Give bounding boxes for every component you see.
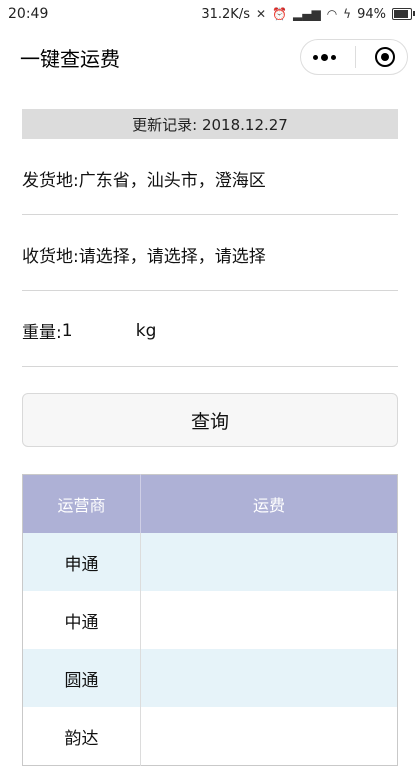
header-fee: 运费 [140, 474, 398, 533]
origin-label: 发货地: [22, 171, 79, 191]
wifi-icon: ◠ [326, 7, 338, 21]
weight-label: 重量: [22, 323, 62, 343]
battery-fill [394, 10, 409, 18]
fee-cell [140, 591, 398, 649]
fee-cell [140, 649, 398, 707]
signal-icon: ▂▄▆ [293, 7, 321, 21]
more-icon[interactable] [313, 53, 336, 61]
origin-row[interactable]: 发货地: 广东省，汕头市，澄海区 [22, 139, 398, 215]
carrier-cell: 圆通 [22, 649, 141, 707]
carrier-cell: 中通 [22, 591, 141, 649]
weight-unit: kg [135, 320, 157, 341]
alarm-icon: ⏰ [272, 7, 287, 21]
table-header-row: 运营商 运费 [22, 474, 398, 533]
charging-icon: ϟ [343, 7, 352, 21]
mini-program-capsule [300, 39, 408, 75]
destination-picker[interactable]: 请选择，请选择，请选择 [79, 242, 266, 267]
rate-table: 运营商 运费 申通 中通 圆通 韵达 [22, 474, 398, 766]
status-time: 20:49 [8, 6, 49, 22]
fee-cell [140, 533, 398, 591]
query-button[interactable]: 查询 [22, 393, 398, 447]
header-carrier: 运营商 [22, 474, 141, 533]
mute-icon: ✕ [255, 7, 267, 21]
page-title: 一键查运费 [20, 46, 120, 71]
status-bar: 20:49 31.2K/s ✕ ⏰ ▂▄▆ ◠ ϟ 94% [0, 0, 420, 28]
weight-row: 重量: kg [22, 291, 398, 367]
update-banner: 更新记录: 2018.12.27 [22, 109, 398, 139]
table-row: 韵达 [22, 707, 398, 766]
status-icons: 31.2K/s ✕ ⏰ ▂▄▆ ◠ ϟ 94% [201, 6, 415, 22]
destination-label: 收货地: [22, 247, 79, 267]
table-row: 中通 [22, 591, 398, 649]
network-speed: 31.2K/s [201, 6, 250, 22]
capsule-divider [355, 46, 356, 68]
battery-icon [392, 8, 415, 20]
table-row: 圆通 [22, 649, 398, 707]
weight-input[interactable] [61, 320, 132, 341]
carrier-cell: 韵达 [22, 707, 141, 766]
update-text: 更新记录: 2018.12.27 [132, 115, 288, 134]
nav-bar: 一键查运费 [0, 28, 420, 86]
destination-row[interactable]: 收货地: 请选择，请选择，请选择 [22, 215, 398, 291]
table-row: 申通 [22, 533, 398, 591]
battery-percent: 94% [357, 6, 386, 22]
origin-picker[interactable]: 广东省，汕头市，澄海区 [79, 166, 266, 191]
carrier-cell: 申通 [22, 533, 141, 591]
fee-cell [140, 707, 398, 766]
close-circle-icon[interactable] [375, 47, 395, 67]
